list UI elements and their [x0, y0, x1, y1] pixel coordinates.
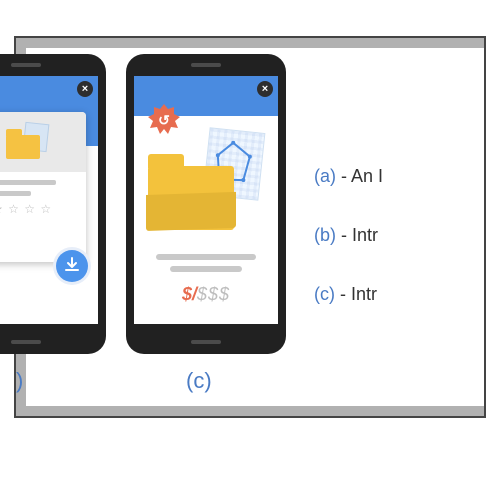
image-frame: ∑ƒ(x)dy y=ƒ(x) ∫x²dx × ★ — [14, 36, 486, 418]
badge-glyph: ↺ — [158, 112, 170, 128]
phone-speaker — [191, 63, 221, 67]
phone-screen: × ↺ — [134, 76, 278, 324]
interstitial-card: ★ ★ ☆ ☆ ☆ $$$ — [0, 112, 86, 262]
legend-key: (c) — [314, 284, 335, 304]
price-suffix: $$$ — [197, 284, 230, 304]
rating-stars: ★ ★ ☆ ☆ ☆ — [0, 202, 76, 216]
legend-key: (b) — [314, 225, 336, 245]
card-illustration — [0, 112, 86, 172]
caption-c: (c) — [186, 368, 212, 394]
phone-home-indicator — [191, 340, 221, 344]
phone-speaker — [11, 63, 41, 67]
placeholder-line — [0, 180, 56, 185]
legend-text: An I — [351, 166, 383, 186]
caption-b: ) — [16, 368, 23, 394]
legend-row-b: (b) - Intr — [314, 225, 484, 246]
download-button[interactable] — [56, 250, 88, 282]
phone-mockup-c: × ↺ — [126, 54, 286, 354]
download-icon — [63, 256, 81, 274]
legend: (a) - An I (b) - Intr (c) - Intr — [314, 166, 484, 343]
legend-text: Intr — [351, 284, 377, 304]
phone-home-indicator — [11, 340, 41, 344]
phone-mockup-b: ∑ƒ(x)dy y=ƒ(x) ∫x²dx × ★ — [0, 54, 106, 354]
folder-icon — [148, 166, 234, 230]
legend-row-a: (a) - An I — [314, 166, 484, 187]
promo-badge: ↺ — [148, 104, 180, 136]
phone-screen: ∑ƒ(x)dy y=ƒ(x) ∫x²dx × ★ — [0, 76, 98, 324]
close-icon[interactable]: × — [257, 81, 273, 97]
image-inner: ∑ƒ(x)dy y=ƒ(x) ∫x²dx × ★ — [26, 48, 484, 406]
price-label: $/$$$ — [134, 284, 278, 305]
legend-row-c: (c) - Intr — [314, 284, 484, 305]
close-icon[interactable]: × — [77, 81, 93, 97]
legend-key: (a) — [314, 166, 336, 186]
card-body: ★ ★ ☆ ☆ ☆ $$$ — [0, 172, 86, 243]
legend-sep: - — [336, 225, 352, 245]
price-placeholder: $$$ — [0, 220, 76, 235]
folder-icon — [4, 125, 48, 159]
placeholder-line — [170, 266, 242, 272]
legend-text: Intr — [352, 225, 378, 245]
placeholder-line — [156, 254, 256, 260]
legend-sep: - — [336, 166, 351, 186]
placeholder-line — [0, 191, 31, 196]
price-prefix: $/ — [182, 284, 197, 304]
legend-sep: - — [335, 284, 351, 304]
